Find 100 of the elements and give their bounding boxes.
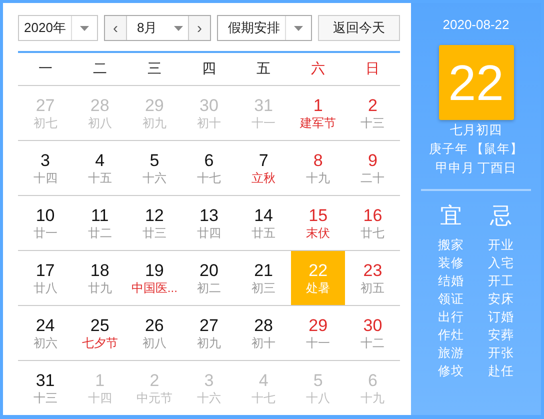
month-picker[interactable]: ‹ 8月 › xyxy=(104,15,211,41)
lunar-day: 初五 xyxy=(360,280,385,296)
lunar-day: 十九 xyxy=(306,170,330,186)
day-cell[interactable]: 11 廿二 xyxy=(72,196,128,251)
day-cell[interactable]: 26 初八 xyxy=(127,306,182,361)
day-cell[interactable]: 10 廿一 xyxy=(18,196,73,251)
auspicious-activity: 结婚 xyxy=(438,273,464,290)
inauspicious-heading: 忌 xyxy=(490,202,512,230)
day-cell[interactable]: 19 中国医... xyxy=(127,251,182,306)
lunar-day: 十八 xyxy=(306,391,330,406)
day-number: 19 xyxy=(144,260,164,280)
day-number: 17 xyxy=(36,260,55,280)
lunar-day: 廿五 xyxy=(252,226,276,240)
weekday-label: 四 xyxy=(200,60,217,78)
lunar-day: 初九 xyxy=(142,116,166,130)
previous-month-button[interactable]: ‹ xyxy=(105,16,127,40)
day-cell[interactable]: 1 建军节 xyxy=(290,86,346,141)
lunar-day: 末伏 xyxy=(306,226,330,240)
lunar-day: 十一 xyxy=(252,116,276,130)
lunar-day: 十一 xyxy=(306,336,330,350)
auspicious-activity: 领证 xyxy=(438,291,464,308)
day-cell[interactable]: 12 廿三 xyxy=(127,196,182,251)
day-cell[interactable]: 28 初十 xyxy=(236,306,291,361)
day-number: 31 xyxy=(36,371,55,391)
day-number: 8 xyxy=(313,150,323,170)
next-month-button[interactable]: › xyxy=(188,16,210,40)
day-number: 14 xyxy=(254,206,274,226)
lunar-day: 中国医... xyxy=(131,280,178,296)
day-number: 16 xyxy=(363,206,382,226)
day-number: 9 xyxy=(368,150,378,170)
day-number: 10 xyxy=(36,206,55,226)
day-cell[interactable]: 3 十四 xyxy=(18,141,73,196)
day-number: 7 xyxy=(258,150,268,170)
weekday-label: 日 xyxy=(364,60,381,78)
inauspicious-activity: 入宅 xyxy=(488,255,514,272)
lunar-day: 初八 xyxy=(88,116,112,130)
holiday-dropdown[interactable]: 假期安排 xyxy=(217,15,312,41)
auspicious-activity: 出行 xyxy=(438,309,464,326)
day-cell[interactable]: 31 十三 xyxy=(18,361,73,416)
day-cell[interactable]: 2 十三 xyxy=(345,86,400,141)
lunar-day: 初十 xyxy=(196,116,221,130)
year-dropdown[interactable]: 2020年 xyxy=(18,15,98,41)
day-cell[interactable]: 16 廿七 xyxy=(345,196,400,251)
day-cell[interactable]: 25 七夕节 xyxy=(72,306,128,361)
day-cell[interactable]: 23 初五 xyxy=(345,251,400,306)
lunar-day: 十四 xyxy=(88,391,112,406)
caret-icon xyxy=(80,26,89,30)
day-number: 22 xyxy=(308,260,328,280)
day-cell[interactable]: 13 廿四 xyxy=(182,196,236,251)
day-number: 31 xyxy=(254,96,274,116)
day-cell[interactable]: 14 廿五 xyxy=(236,196,291,251)
lunar-day: 廿七 xyxy=(360,226,385,240)
lunar-day: 十五 xyxy=(88,170,112,186)
day-number: 5 xyxy=(313,371,323,391)
lunar-day: 廿二 xyxy=(88,226,112,240)
inauspicious-activity: 赴任 xyxy=(488,363,514,380)
day-cell[interactable]: 7 立秋 xyxy=(236,141,291,196)
lunar-date: 七月初四 xyxy=(450,122,502,139)
lunar-day: 初二 xyxy=(196,280,221,296)
weekday-label: 六 xyxy=(310,60,326,78)
day-number: 3 xyxy=(40,150,50,170)
day-number: 11 xyxy=(91,206,109,226)
inauspicious-activity: 安葬 xyxy=(488,327,514,344)
day-cell[interactable]: 17 廿八 xyxy=(18,251,73,306)
day-cell[interactable]: 8 十九 xyxy=(290,141,346,196)
lunar-day: 处暑 xyxy=(306,280,330,296)
lunar-day: 二十 xyxy=(360,170,385,186)
day-cell[interactable]: 9 二十 xyxy=(345,141,400,196)
day-cell[interactable]: 18 廿九 xyxy=(72,251,128,306)
back-to-today-button[interactable]: 返回今天 xyxy=(318,15,400,41)
inauspicious-activity: 开工 xyxy=(488,273,514,290)
auspicious-heading: 宜 xyxy=(440,202,462,230)
lunar-day: 十七 xyxy=(252,391,276,406)
lunar-day: 十三 xyxy=(360,116,385,130)
weekday-label: 五 xyxy=(256,60,272,78)
year-ganzhi: 庚子年 【鼠年】 xyxy=(428,141,524,158)
day-number: 29 xyxy=(144,96,164,116)
day-cell[interactable]: 6 十七 xyxy=(182,141,236,196)
day-cell[interactable]: 4 十五 xyxy=(72,141,128,196)
day-cell[interactable]: 20 初二 xyxy=(182,251,236,306)
day-number: 1 xyxy=(313,96,323,116)
lunar-day: 立秋 xyxy=(252,170,276,186)
inauspicious-activity: 开业 xyxy=(488,237,514,254)
day-number: 30 xyxy=(200,96,218,116)
lunar-day: 廿九 xyxy=(88,280,112,296)
day-number: 4 xyxy=(95,150,105,170)
day-cell[interactable]: 30 十二 xyxy=(345,306,400,361)
day-number: 3 xyxy=(204,371,214,391)
weekday-label: 一 xyxy=(37,60,54,78)
day-cell[interactable]: 24 初六 xyxy=(18,306,73,361)
day-cell[interactable]: 27 初九 xyxy=(182,306,236,361)
day-cell[interactable]: 5 十六 xyxy=(127,141,182,196)
inauspicious-activity: 安床 xyxy=(488,291,514,308)
caret-icon xyxy=(294,26,303,30)
day-number: 6 xyxy=(368,371,378,391)
big-day-number: 22 xyxy=(438,45,514,120)
day-cell[interactable]: 29 十一 xyxy=(290,306,346,361)
auspicious-activity: 作灶 xyxy=(438,327,464,344)
lunar-day: 初六 xyxy=(33,336,58,350)
lunar-day: 十六 xyxy=(142,170,166,186)
